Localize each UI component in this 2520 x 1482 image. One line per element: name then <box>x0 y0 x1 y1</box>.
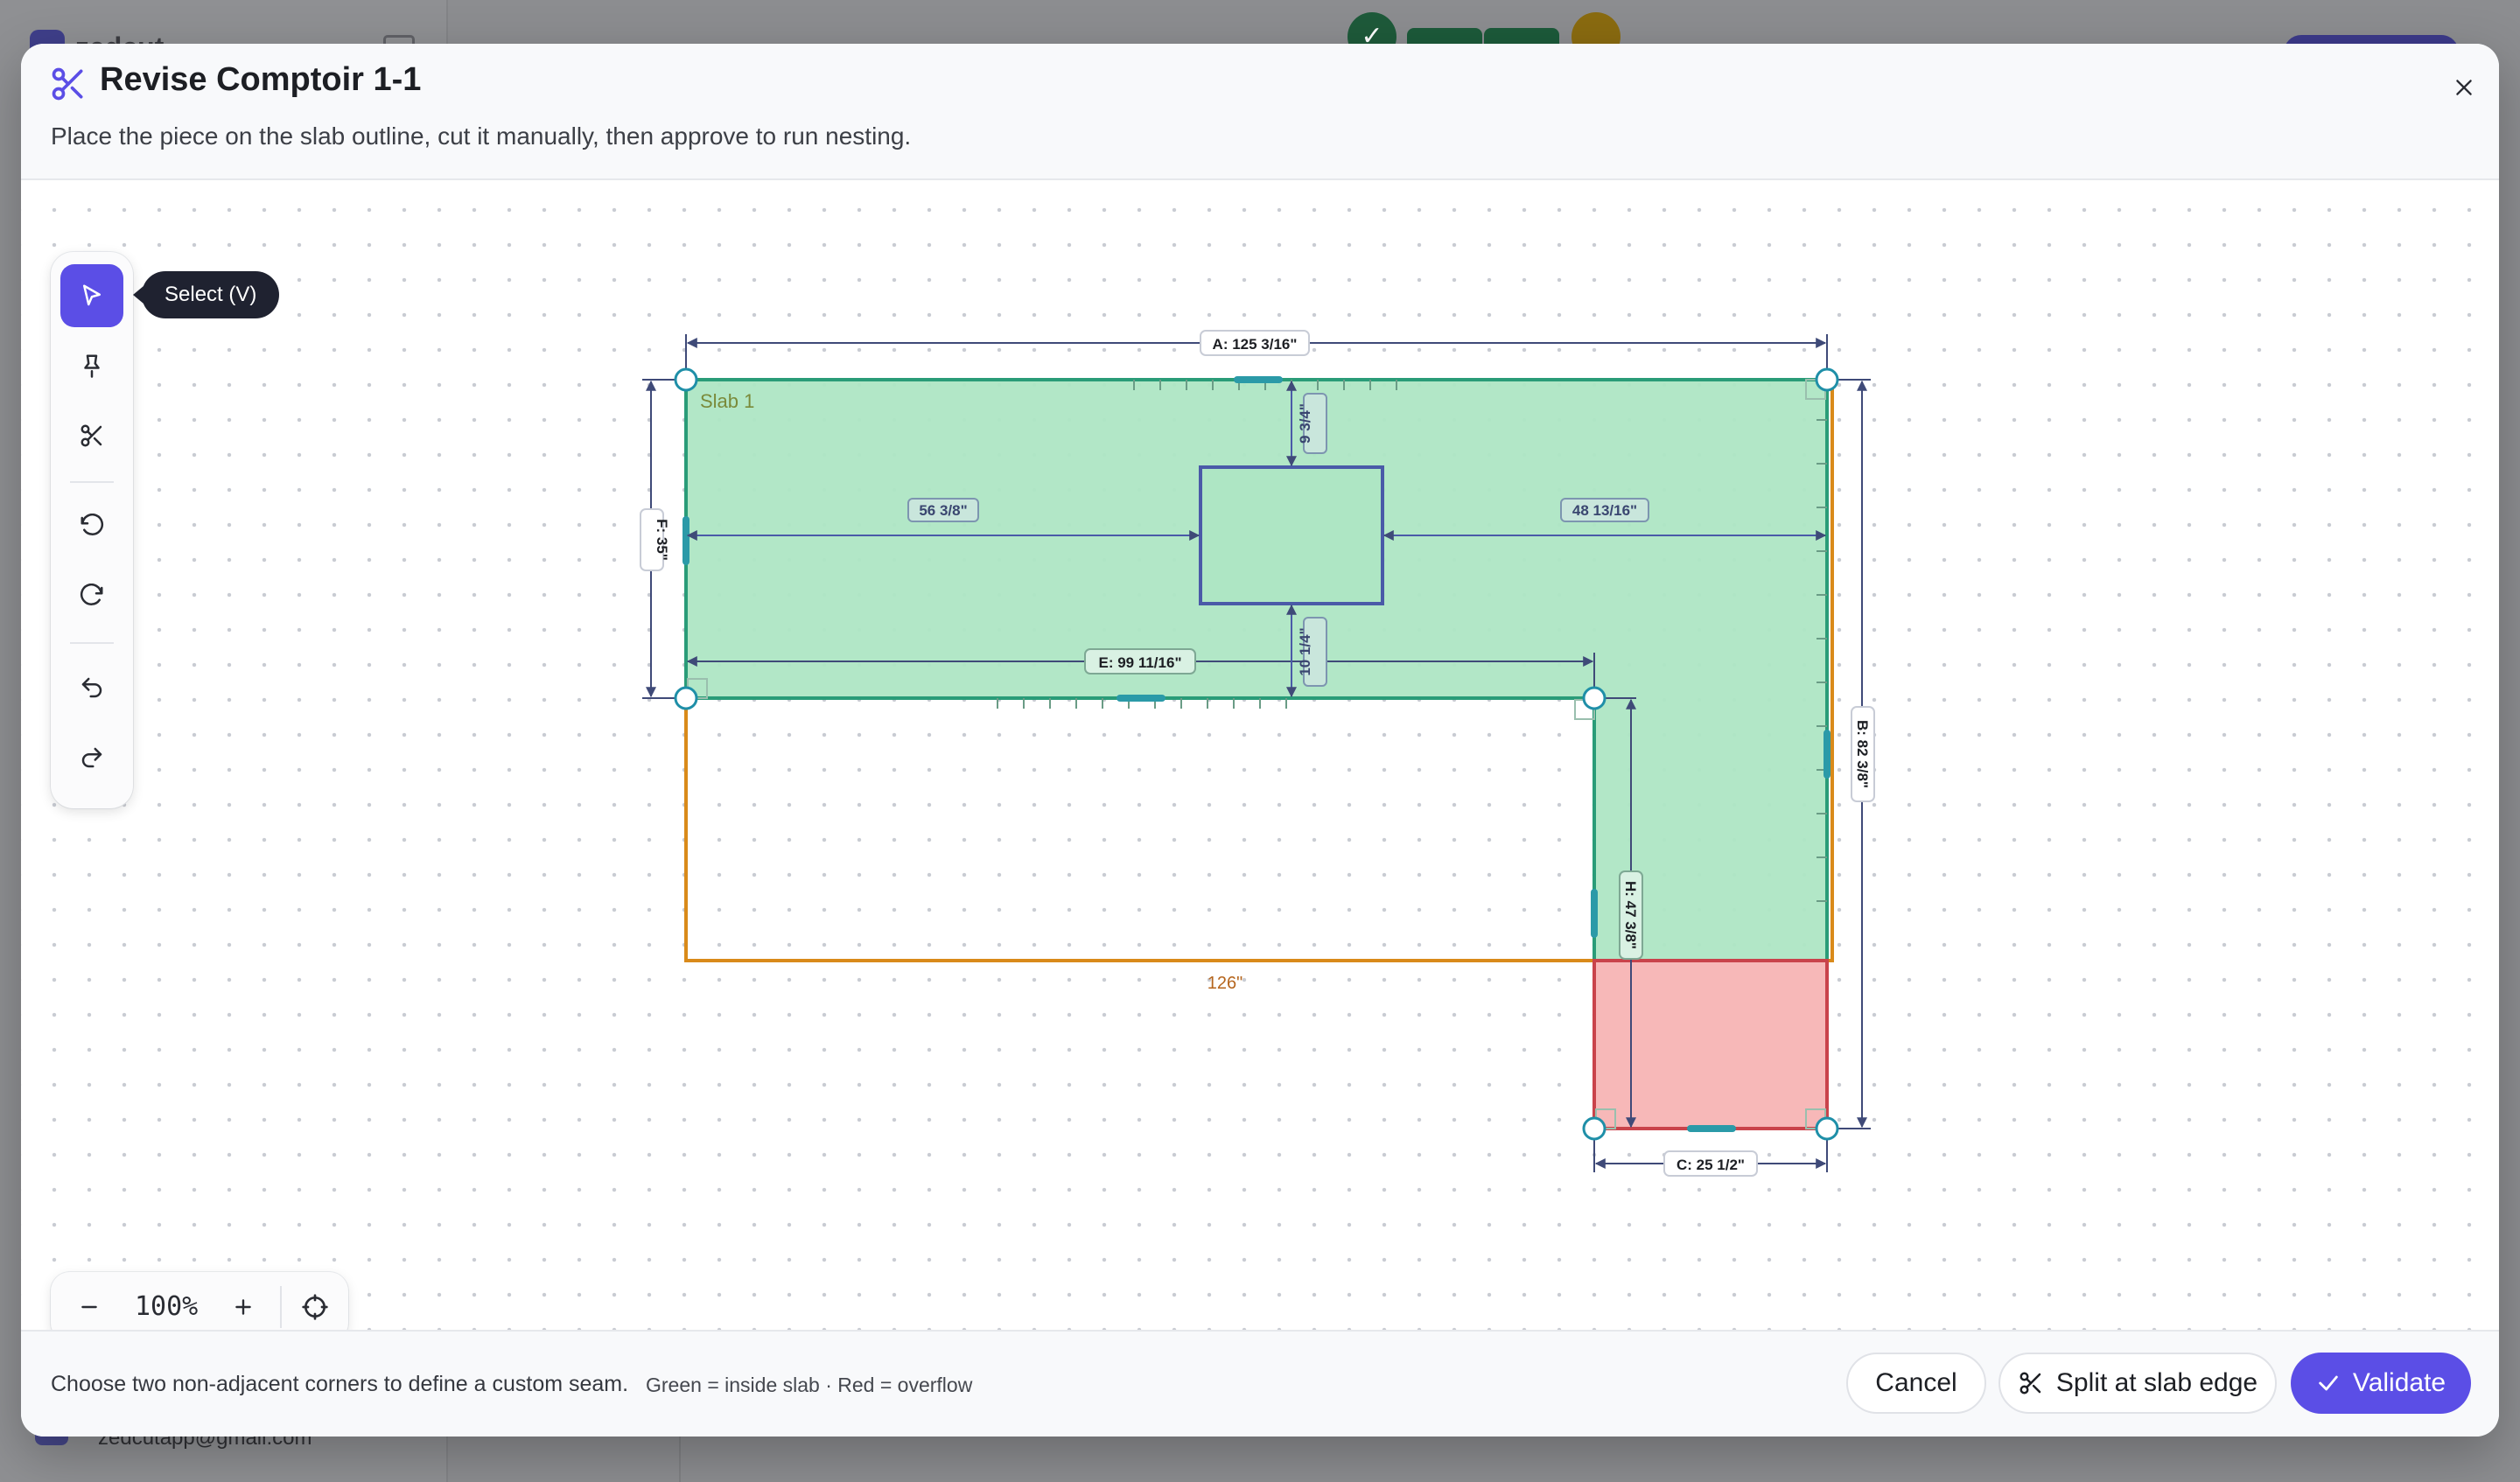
undo-button[interactable] <box>60 656 123 719</box>
redo-button[interactable] <box>60 726 123 789</box>
zoom-level: 100% <box>135 1291 199 1322</box>
toolbar-divider <box>70 642 114 644</box>
slab-label: Slab 1 <box>700 390 754 412</box>
pin-tool-button[interactable] <box>60 334 123 397</box>
rotate-cw-icon <box>80 584 103 605</box>
cut-tool-button[interactable] <box>60 404 123 467</box>
revise-dialog: Revise Comptoir 1-1 Place the piece on t… <box>21 44 2499 1437</box>
edge-handle[interactable] <box>1116 695 1166 702</box>
vertex-handle[interactable] <box>1582 1116 1606 1141</box>
pointer-icon <box>83 284 101 306</box>
crosshair-icon <box>302 1294 328 1320</box>
select-tool-tooltip: Select (V) <box>132 271 280 318</box>
dialog-footer: Choose two non-adjacent corners to defin… <box>21 1330 2499 1437</box>
cancel-button[interactable]: Cancel <box>1846 1353 1986 1414</box>
vertex-handle[interactable] <box>674 367 698 392</box>
dimension-label-f: F: 35" <box>654 519 670 561</box>
toolbar-divider <box>70 481 114 483</box>
tool-palette <box>51 252 133 808</box>
recenter-button[interactable] <box>292 1284 338 1330</box>
slab-width-label: 126" <box>1208 974 1242 993</box>
edge-handle[interactable] <box>1687 1125 1736 1132</box>
zoom-divider <box>280 1286 282 1328</box>
drawing-canvas[interactable]: A: 125 3/16" F: 35" B: 82 3/8" C: 25 1/2… <box>21 180 2499 1342</box>
color-legend: Green = inside slab · Red = overflow <box>646 1374 973 1396</box>
plus-icon <box>235 1299 251 1315</box>
dimension-label-cutout-bottom: 10 1/4" <box>1297 627 1313 675</box>
sink-cutout[interactable] <box>1199 465 1384 605</box>
validate-button[interactable]: Validate <box>2291 1353 2471 1414</box>
dimension-label-a: A: 125 3/16" <box>1213 336 1298 353</box>
vertex-handle[interactable] <box>1815 1116 1839 1141</box>
zoom-out-button[interactable] <box>66 1284 112 1330</box>
piece-drawing: A: 125 3/16" F: 35" B: 82 3/8" C: 25 1/2… <box>640 330 1875 1177</box>
edge-handle[interactable] <box>1591 889 1598 938</box>
edge-handle[interactable] <box>1234 376 1283 383</box>
edge-handle[interactable] <box>1824 730 1830 779</box>
dimension-label-cutout-top: 9 3/4" <box>1297 403 1313 444</box>
scissors-icon <box>2020 1372 2041 1395</box>
vertex-handle[interactable] <box>1582 686 1606 710</box>
zoom-in-button[interactable] <box>220 1284 266 1330</box>
piece-overflow-region <box>1592 959 1829 1130</box>
rotate-left-button[interactable] <box>60 495 123 558</box>
split-button-label: Split at slab edge <box>2055 1368 2258 1397</box>
vertex-handle[interactable] <box>1815 367 1839 392</box>
split-at-slab-edge-button[interactable]: Split at slab edge <box>1998 1353 2277 1414</box>
vertex-handle[interactable] <box>674 686 698 710</box>
dimension-label-e: E: 99 11/16" <box>1098 654 1181 671</box>
dimension-label-b: B: 82 3/8" <box>1854 720 1871 788</box>
scissors-icon <box>80 424 102 447</box>
undo-icon <box>81 677 102 698</box>
rotate-right-button[interactable] <box>60 565 123 628</box>
redo-icon <box>81 747 102 768</box>
check-icon <box>2319 1375 2338 1391</box>
seam-hint: Choose two non-adjacent corners to defin… <box>51 1372 629 1396</box>
cancel-button-label: Cancel <box>1875 1368 1957 1397</box>
dimension-label-cutout-left: 56 3/8" <box>919 502 967 519</box>
rotate-ccw-icon <box>80 514 103 535</box>
pin-icon <box>84 354 100 378</box>
dimension-label-h: H: 47 3/8" <box>1622 881 1639 949</box>
minus-icon <box>81 1305 97 1309</box>
validate-button-label: Validate <box>2352 1368 2446 1397</box>
dimension-label-cutout-right: 48 13/16" <box>1572 502 1637 519</box>
edge-handle[interactable] <box>682 516 690 565</box>
background-divider <box>679 1435 681 1482</box>
dimension-label-c: C: 25 1/2" <box>1676 1157 1745 1173</box>
select-tool-button[interactable] <box>60 264 123 327</box>
